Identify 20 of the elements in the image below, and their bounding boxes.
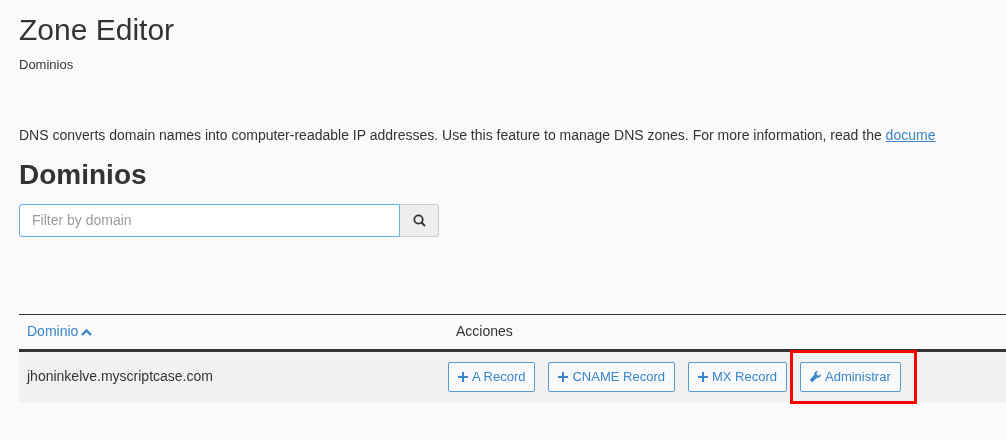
wrench-icon — [810, 371, 821, 382]
domain-cell: jhoninkelve.myscriptcase.com — [27, 368, 213, 384]
plus-icon — [458, 371, 468, 382]
page-title: Zone Editor — [19, 12, 175, 48]
column-header[interactable]: Acciones — [456, 321, 513, 342]
sort-up-icon — [81, 327, 93, 336]
manage-button[interactable]: Administrar — [800, 361, 901, 392]
search-button[interactable] — [400, 203, 439, 237]
column-header[interactable]: Dominio — [27, 321, 93, 342]
add-record-button[interactable]: CNAME Record — [548, 361, 675, 392]
filter-field[interactable]: Filter by domain — [19, 203, 400, 237]
add-record-button[interactable]: MX Record — [687, 361, 787, 392]
documentation-link[interactable]: docume — [885, 126, 936, 143]
plus-icon — [558, 371, 569, 382]
add-record-button[interactable]: A Record — [448, 361, 536, 392]
description-text: DNS converts domain names into computer-readable IP addresses. Use this feature to manage DNS zones. For more information, read the docume — [19, 125, 936, 145]
plus-icon — [697, 371, 708, 382]
breadcrumb: Dominios — [19, 56, 74, 74]
section-title: Dominios — [19, 157, 147, 192]
search-icon — [412, 213, 426, 227]
